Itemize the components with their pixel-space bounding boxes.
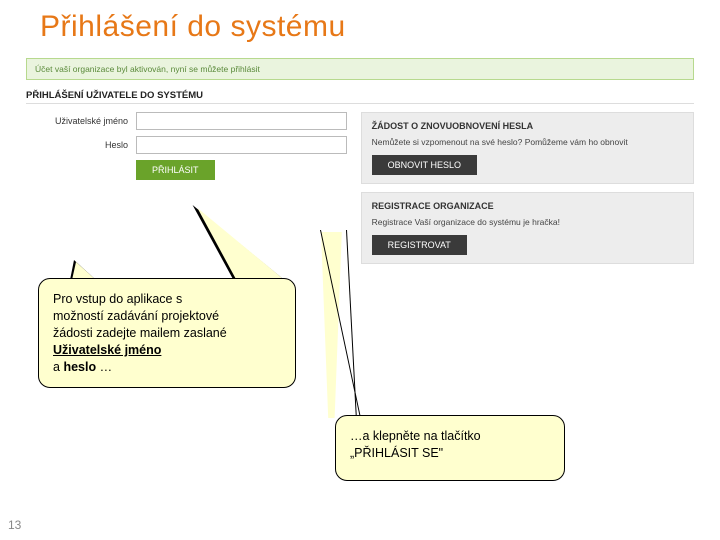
- callout-text: Pro vstup do aplikace s: [53, 292, 182, 306]
- callout-tail: [320, 230, 380, 420]
- reset-text: Nemůžete si vzpomenout na své heslo? Pom…: [372, 137, 683, 147]
- register-button[interactable]: REGISTROVAT: [372, 235, 467, 255]
- password-label: Heslo: [26, 140, 136, 150]
- username-field[interactable]: [136, 112, 347, 130]
- login-form: Uživatelské jméno Heslo PŘIHLÁSIT: [26, 112, 347, 264]
- callout-text: …a klepněte na tlačítko: [350, 429, 481, 443]
- callout-text: heslo: [63, 360, 96, 374]
- callout-text: …: [96, 360, 112, 374]
- callout-text: a: [53, 360, 63, 374]
- username-label: Uživatelské jméno: [26, 116, 136, 126]
- callout-text: možností zadávání projektové: [53, 309, 219, 323]
- reset-button[interactable]: OBNOVIT HESLO: [372, 155, 477, 175]
- callout-text: Uživatelské jméno: [53, 343, 161, 357]
- callout-tail: [70, 260, 96, 280]
- page-number: 13: [8, 518, 21, 532]
- register-heading: REGISTRACE ORGANIZACE: [372, 201, 683, 211]
- register-panel: REGISTRACE ORGANIZACE Registrace Vaší or…: [361, 192, 694, 264]
- activation-alert: Účet vaší organizace byl aktivován, nyní…: [26, 58, 694, 80]
- register-text: Registrace Vaší organizace do systému je…: [372, 217, 683, 227]
- instruction-callout-1: Pro vstup do aplikace s možností zadáván…: [38, 278, 296, 388]
- password-reset-panel: ŽÁDOST O ZNOVUOBNOVENÍ HESLA Nemůžete si…: [361, 112, 694, 184]
- divider: [26, 103, 694, 104]
- login-button[interactable]: PŘIHLÁSIT: [136, 160, 215, 180]
- login-heading: PŘIHLÁŠENÍ UŽIVATELE DO SYSTÉMU: [26, 90, 694, 101]
- password-field[interactable]: [136, 136, 347, 154]
- instruction-callout-2: …a klepněte na tlačítko „PŘIHLÁSIT SE": [335, 415, 565, 481]
- reset-heading: ŽÁDOST O ZNOVUOBNOVENÍ HESLA: [372, 121, 683, 131]
- slide-title: Přihlášení do systému: [0, 0, 720, 50]
- callout-text: „PŘIHLÁSIT SE": [350, 446, 443, 460]
- callout-text: žádosti zadejte mailem zaslané: [53, 326, 227, 340]
